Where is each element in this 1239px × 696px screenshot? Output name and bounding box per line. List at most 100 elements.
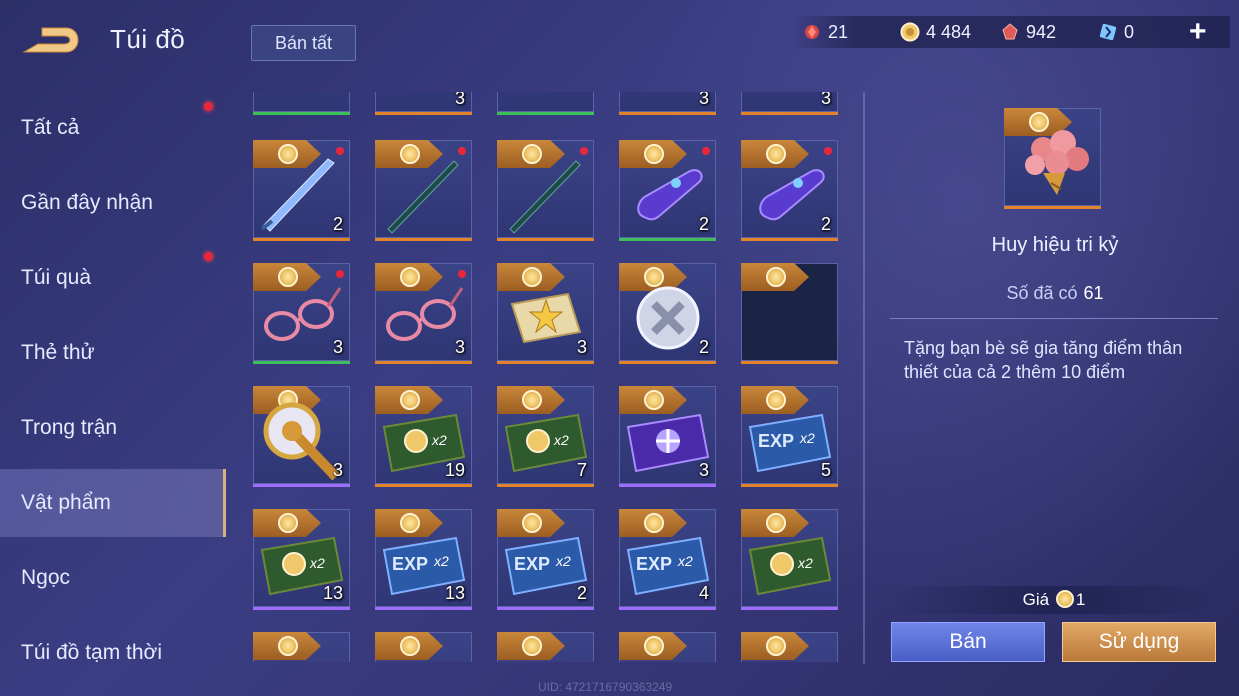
item-detail-panel: Huy hiệu tri kỷ Số đã có 61 Tặng bạn bè s… [880,92,1230,682]
inventory-slot[interactable]: 3 [619,92,716,115]
inventory-slot[interactable]: 3 [741,92,838,115]
inventory-slot[interactable] [497,140,594,241]
coin-icon [278,636,298,656]
back-button[interactable] [20,22,84,58]
sidebar-item-temp-bag[interactable]: Túi đồ tạm thời [0,619,226,687]
rarity-bar [741,484,838,487]
inventory-slot[interactable]: 2 [741,140,838,241]
price-tag [375,632,443,660]
inventory-slot[interactable]: 2 [253,140,350,241]
svg-text:x2: x2 [799,430,815,446]
item-count: 3 [454,337,465,357]
item-count: 3 [576,337,587,357]
rarity-bar [375,484,472,487]
sidebar-item-trial-card[interactable]: Thẻ thử [0,319,226,387]
item-count: 19 [444,460,465,480]
inventory-slot[interactable] [741,632,838,662]
dark-sword-icon [387,160,459,234]
top-bar: Túi đồ Bán tất 21 4 484 942 0 + [0,0,1239,80]
rarity-bar [741,112,838,115]
inventory-slot[interactable]: EXP x2 2 [497,509,594,610]
rarity-bar [375,361,472,364]
inventory-slot[interactable]: EXP x2 4 [619,509,716,610]
inventory-slot[interactable]: 3 [253,263,350,364]
currency-value: 4 484 [926,21,972,42]
rarity-bar [253,484,350,487]
inventory-slot[interactable] [497,632,594,662]
currency-ruby[interactable]: 942 [1000,20,1056,44]
notification-dot [824,147,832,155]
inventory-slot[interactable]: EXP x2 5 [741,386,838,487]
item-count: 2 [698,337,709,357]
inventory-slot[interactable]: 3 [253,386,350,487]
currency-crystal[interactable]: 0 [1098,20,1134,44]
item-description: Tặng bạn bè sẽ gia tăng điểm thân thiết … [904,338,1183,382]
inventory-slot[interactable]: x2 [741,509,838,610]
rarity-bar [497,484,594,487]
inventory-slot[interactable] [497,92,594,115]
inventory-slot[interactable] [253,632,350,662]
inventory-slot[interactable]: x2 7 [497,386,594,487]
inventory-slot[interactable]: EXP x2 13 [375,509,472,610]
sell-all-button[interactable]: Bán tất [251,25,356,61]
inventory-slot[interactable] [619,632,716,662]
sidebar-item-label: Gần đây nhận [21,191,153,214]
rarity-bar [741,361,838,364]
item-art-icon [502,92,590,109]
owned-label: Số đã có [1006,283,1078,303]
price-label: Giá [1022,590,1050,609]
sidebar-item-in-match[interactable]: Trong trận [0,394,226,462]
coin-icon [522,636,542,656]
notification-dot [336,147,344,155]
gold-coin-icon [900,22,920,42]
ruby-icon [1002,23,1018,40]
price-tag [741,632,809,660]
item-count: 5 [820,460,831,480]
inventory-slot[interactable]: 3 [497,263,594,364]
sell-button[interactable]: Bán [891,622,1045,662]
inventory-slot[interactable] [375,140,472,241]
red-gem-icon [805,25,819,39]
item-name: Huy hiệu tri kỷ [991,234,1119,256]
owned-value: 61 [1083,283,1104,303]
inventory-slot[interactable] [741,263,838,364]
rarity-bar [253,238,350,241]
coin-icon [766,267,786,287]
inventory-slot[interactable]: 3 [619,386,716,487]
svg-text:x2: x2 [677,553,693,569]
rarity-bar [497,238,594,241]
rarity-bar [497,112,594,115]
item-count: 3 [332,337,343,357]
inventory-slot[interactable] [375,632,472,662]
price-row: Giá 1 [890,586,1218,614]
inventory-slot[interactable]: 3 [375,263,472,364]
notification-dot [702,147,710,155]
inventory-slot[interactable]: 3 [375,92,472,115]
svg-text:x2: x2 [431,432,447,448]
add-currency-button[interactable]: + [1189,17,1207,47]
sidebar-item-label: Thẻ thử [21,341,95,364]
sidebar-item-gift-bag[interactable]: Túi quà [0,244,226,312]
rarity-bar [619,361,716,364]
currency-bar: 21 4 484 942 0 [790,16,1230,48]
price-tag [741,263,809,291]
price-tag [497,632,565,660]
rarity-bar [375,607,472,610]
inventory-slot[interactable]: 2 [619,263,716,364]
inventory-slot[interactable]: x2 13 [253,509,350,610]
grid-scrollbar[interactable] [863,92,865,664]
gold-x2-card-icon: x2 [748,536,832,596]
use-button[interactable]: Sử dụng [1062,622,1216,662]
inventory-slot[interactable] [253,92,350,115]
inventory-slot[interactable]: 2 [619,140,716,241]
currency-red-gem[interactable]: 21 [802,20,848,44]
svg-text:x2: x2 [433,553,449,569]
divider [890,318,1218,319]
item-count: 2 [576,583,587,603]
sidebar-item-recent[interactable]: Gần đây nhận [0,169,226,237]
sidebar-item-all[interactable]: Tất cả [0,94,226,162]
sidebar-item-gems[interactable]: Ngọc [0,544,226,612]
inventory-slot[interactable]: x2 19 [375,386,472,487]
currency-gold[interactable]: 4 484 [900,20,971,44]
sidebar-item-items[interactable]: Vật phẩm [0,469,226,537]
